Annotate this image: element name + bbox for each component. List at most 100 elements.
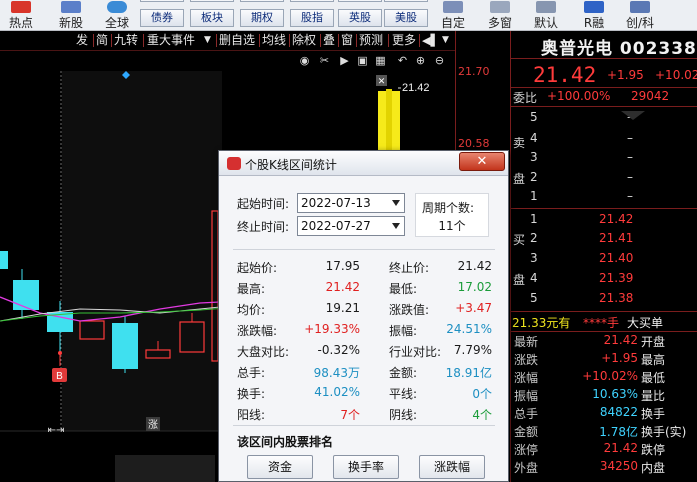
undo-icon[interactable]: ↶ [396, 54, 409, 67]
dropdown-arrow-icon[interactable]: ▼ [204, 33, 211, 48]
chart-menu-item[interactable]: 更多 [392, 33, 416, 48]
screenshot-icon[interactable]: ▣ [356, 54, 369, 67]
buy-row[interactable]: 5 21.38 [511, 291, 697, 309]
sell-row[interactable]: 卖 4 – [511, 131, 697, 150]
chart-menu-item[interactable]: 叠 [323, 33, 335, 48]
toolbar-global-label: 全球 [104, 16, 129, 30]
end-time-select[interactable]: 2022-07-27 [297, 216, 405, 236]
stat-label: 起始价: [237, 261, 278, 275]
default-icon [536, 1, 556, 13]
dialog-title-bar[interactable]: 个股K线区间统计 ✕ [219, 151, 508, 176]
buy-marker-label: B [56, 371, 63, 382]
chart-menu-item[interactable]: 九转 [114, 33, 138, 48]
stat-value: +3.47 [455, 301, 492, 315]
dialog-title: 个股K线区间统计 [245, 158, 337, 172]
toolbar-ipo-button[interactable]: 新股 [52, 0, 90, 31]
stat-label: 行业对比: [389, 345, 442, 359]
toolbar-star-market-label: 创/科 [625, 16, 655, 30]
sell-row[interactable]: 1 – [511, 189, 697, 207]
stat-value: 41.02% [314, 385, 360, 399]
chart-menu-item[interactable]: 窗 [341, 33, 353, 48]
stat-value: 18.91亿 [445, 366, 492, 380]
candle [13, 280, 39, 310]
stat-row: 涨幅 +10.02% 最低 [514, 369, 666, 385]
stock-title: 奥普光电 002338 [541, 39, 697, 59]
rank-by-fund-button[interactable]: 资金 [247, 455, 313, 479]
toolbar-hot-button[interactable]: 热点 [2, 0, 40, 31]
stat-row: 最新 21.42 开盘 [514, 333, 666, 349]
toolbar-sector-button[interactable]: 板块 [190, 9, 234, 27]
big-bid-price: 21.33元有 [512, 316, 571, 330]
start-time-value: 2022-07-13 [301, 196, 371, 210]
chevron-down-icon [392, 223, 400, 229]
stat-value: 21.42 [457, 259, 492, 273]
scissors-icon[interactable]: ✂ [318, 54, 331, 67]
toolbar-index-future-button[interactable]: 股指 [290, 9, 334, 27]
stat-label: 最高: [237, 282, 266, 296]
zoom-in-icon[interactable]: ⊕ [414, 54, 427, 67]
chart-menu-item[interactable]: 预测 [359, 33, 383, 48]
volume-bars [115, 455, 215, 482]
stat-row: 振幅 10.63% 量比 [514, 387, 666, 403]
rank-by-change-button[interactable]: 涨跌幅 [419, 455, 485, 479]
sell-row[interactable]: 盘 2 – [511, 170, 697, 188]
chart-menu-item[interactable]: 发 [76, 33, 88, 48]
toolbar-multiwindow-label: 多窗 [487, 16, 512, 30]
sell-row[interactable]: 5 – [511, 110, 697, 128]
end-time-value: 2022-07-27 [301, 219, 371, 233]
buy-row[interactable]: 3 21.40 [511, 251, 697, 269]
toolbar-custom-label: 自定 [440, 16, 465, 30]
stat-row: 涨停 21.42 跌停 [514, 441, 666, 457]
play-icon[interactable]: ▶ [338, 54, 351, 67]
toolbar-global-button[interactable]: 全球 [94, 0, 140, 31]
toolbar-custom-button[interactable]: 自定 [434, 0, 472, 31]
collapse-arrow-icon[interactable]: ◀▌ [422, 33, 439, 48]
sell-row[interactable]: 3 – [511, 150, 697, 168]
toolbar-default-button[interactable]: 默认 [526, 0, 566, 31]
eye-icon[interactable]: ◉ [298, 54, 311, 67]
chart-menu-item[interactable]: 删自选 [219, 33, 255, 48]
chart-menu-item[interactable]: 除权 [292, 33, 316, 48]
toolbar-uk-stock-button[interactable]: 英股 [338, 9, 382, 27]
resize-arrows-icon[interactable]: ⇤⇥ [48, 425, 65, 436]
stat-label: 总手: [237, 366, 266, 380]
zoom-out-icon[interactable]: ⊖ [433, 54, 446, 67]
chart-menu-item[interactable]: 简 [96, 33, 108, 48]
stat-value: 21.42 [325, 280, 360, 294]
current-price: 21.42 [533, 63, 597, 87]
stat-row: 涨跌 +1.95 最高 [514, 351, 666, 367]
toolbar-star-market-button[interactable]: 创/科 [618, 0, 662, 31]
buy-row[interactable]: 1 21.42 [511, 212, 697, 230]
big-bid-label: 大买单 [627, 316, 664, 330]
grid-icon[interactable]: ▦ [374, 54, 387, 67]
period-count-box: 周期个数: 11个 [415, 193, 489, 237]
app-root: 热点 新股 全球 债券 板块 期权 股指 英股 美股 自定 多窗 默认 R融 创… [0, 0, 697, 482]
candle [0, 251, 8, 269]
big-bid-row[interactable]: 21.33元有 ****手 大买单 [511, 314, 697, 330]
toolbar-us-stock-button[interactable]: 美股 [384, 9, 428, 27]
selection-region [62, 71, 222, 431]
stat-row: 金额 1.78亿 换手(实) [514, 425, 687, 439]
toolbar-ipo-label: 新股 [58, 16, 83, 30]
stat-value: 7个 [340, 408, 360, 422]
buy-row[interactable]: 盘 4 21.39 [511, 271, 697, 289]
stat-value: 98.43万 [313, 366, 360, 380]
chart-menu-item[interactable]: 重大事件 [147, 33, 195, 48]
toolbar-margin-button[interactable]: R融 [574, 0, 614, 31]
app-icon [227, 157, 241, 170]
stat-label: 涨跌幅: [237, 324, 278, 338]
end-time-label: 终止时间: [237, 220, 290, 234]
close-button[interactable]: ✕ [459, 152, 505, 171]
menu-dropdown-icon[interactable]: ▼ [442, 33, 449, 48]
price-change: +1.95 [607, 68, 644, 82]
stat-value: 7.79% [453, 343, 492, 357]
start-time-select[interactable]: 2022-07-13 [297, 193, 405, 213]
toolbar-bond-button[interactable]: 债券 [140, 9, 184, 27]
stat-label: 最低: [389, 282, 418, 296]
toolbar-option-button[interactable]: 期权 [240, 9, 284, 27]
buy-row[interactable]: 买 2 21.41 [511, 231, 697, 249]
stat-value: 4个 [472, 408, 492, 422]
toolbar-multiwindow-button[interactable]: 多窗 [480, 0, 520, 31]
chart-menu-item[interactable]: 均线 [262, 33, 286, 48]
rank-by-turnover-button[interactable]: 换手率 [333, 455, 399, 479]
